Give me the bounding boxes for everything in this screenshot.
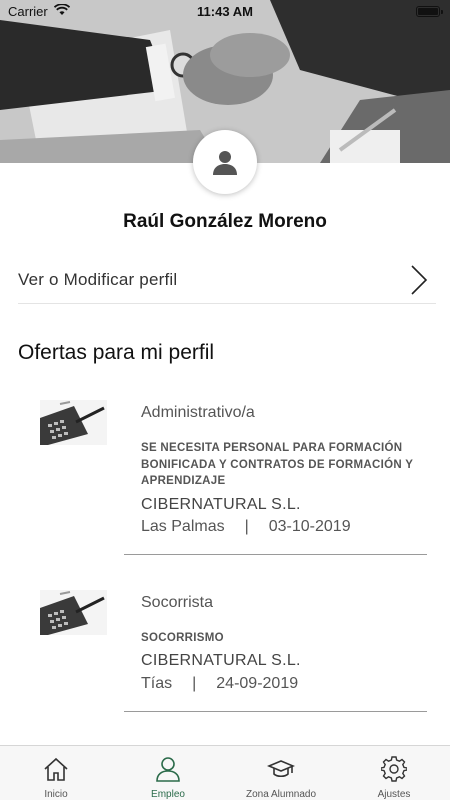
battery-icon [416,6,440,17]
offer-role: Socorrista [141,594,214,611]
offer-role: Administrativo/a [141,404,255,421]
offer-location: Las Palmas [141,518,225,535]
avatar[interactable] [193,130,257,194]
offer-meta: Tías | 24-09-2019 [141,675,298,693]
gear-icon [338,756,450,784]
tab-empleo[interactable]: Empleo [112,746,224,800]
user-silhouette-icon [213,151,237,175]
offer-divider [124,554,427,555]
offer-date: 03-10-2019 [268,518,351,535]
user-name: Raúl González Moreno [123,211,327,232]
meta-separator: | [244,518,249,535]
tab-zona-alumnado[interactable]: Zona Alumnado [225,746,337,800]
battery-tip [441,10,443,14]
offer-card[interactable]: Administrativo/a SE NECESITA PERSONAL PA… [0,390,450,560]
bottom-tab-bar: Inicio Empleo Zona Alumnado Ajustes [0,745,450,800]
tab-label: Inicio [44,789,68,800]
view-modify-profile-link[interactable]: Ver o Modificar perfil [18,260,436,304]
offer-company: CIBERNATURAL S.L. [141,496,301,513]
meta-separator: | [192,675,197,692]
graduation-cap-icon [225,756,337,784]
tab-label: Empleo [151,789,185,800]
tab-inicio[interactable]: Inicio [0,746,112,800]
calculator-thumbnail [40,590,107,635]
tab-label: Ajustes [377,789,411,800]
offer-description: SE NECESITA PERSONAL PARA FORMACIÓN BONI… [141,442,414,487]
offer-location: Tías [141,675,173,692]
status-bar: Carrier 11:43 AM [0,0,450,24]
tab-label: Zona Alumnado [245,789,317,800]
offers-section-title: Ofertas para mi perfil [18,341,215,364]
clock: 11:43 AM [197,4,253,19]
profile-link-label: Ver o Modificar perfil [18,270,178,289]
tab-ajustes[interactable]: Ajustes [338,746,450,800]
offer-meta: Las Palmas | 03-10-2019 [141,518,351,536]
person-icon [112,756,224,784]
offer-date: 24-09-2019 [216,675,299,692]
offer-card[interactable]: Socorrista SOCORRISMO CIBERNATURAL S.L. … [0,580,450,715]
calculator-thumbnail [40,400,107,445]
offer-divider [124,711,427,712]
offer-company: CIBERNATURAL S.L. [141,652,301,669]
chevron-right-icon [410,264,428,301]
offer-description: SOCORRISMO [141,632,224,644]
home-icon [0,756,112,784]
